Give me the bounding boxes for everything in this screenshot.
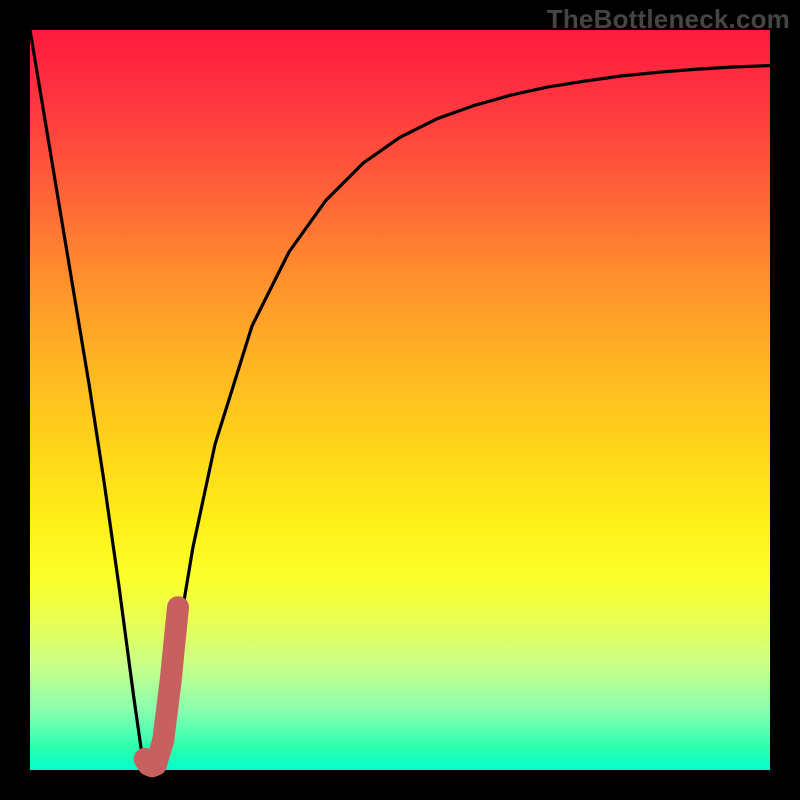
bottleneck-marker	[145, 607, 178, 766]
main-curve	[30, 30, 770, 770]
chart-frame: TheBottleneck.com	[0, 0, 800, 800]
chart-svg	[30, 30, 770, 770]
